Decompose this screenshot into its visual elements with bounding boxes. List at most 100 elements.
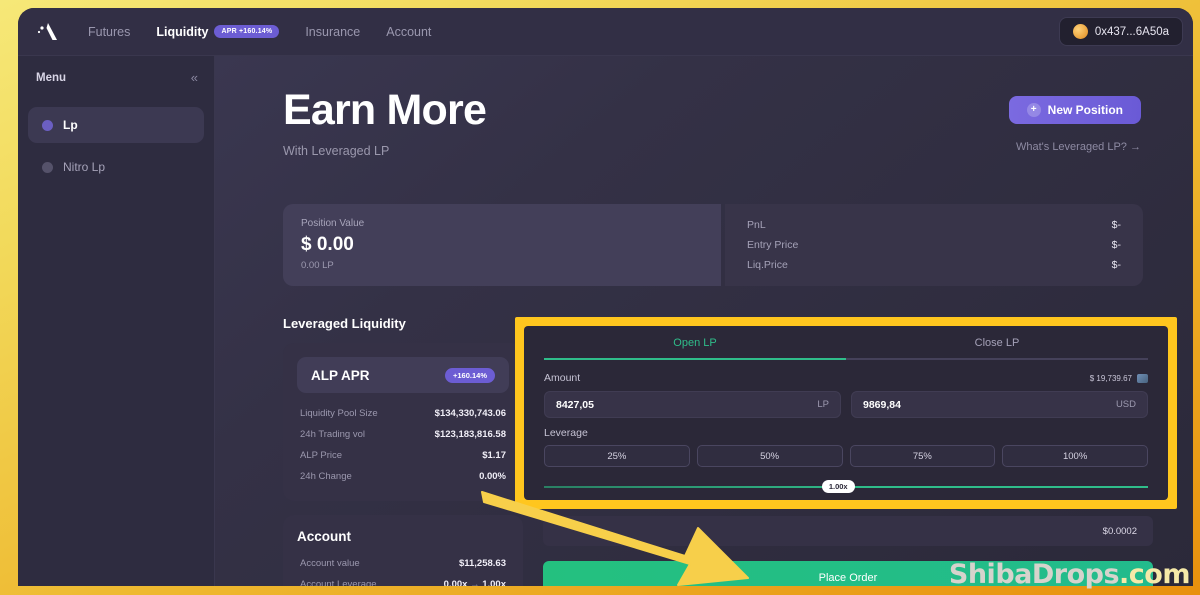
logo-glyph-icon (37, 22, 57, 40)
amount-inputs: 8427,05 LP 9869,84 USD (544, 391, 1148, 418)
amount-label: Amount (544, 372, 581, 384)
position-value-lp: 0.00 LP (301, 260, 334, 271)
entry-price-label: Entry Price (747, 239, 799, 251)
nav-apr-badge: APR +160.14% (214, 25, 280, 38)
stat-label: 24h Trading vol (300, 429, 365, 440)
lp-amount-input[interactable]: 8427,05 LP (544, 391, 841, 418)
top-navbar: Futures Liquidity APR +160.14% Insurance… (18, 8, 1193, 56)
leverage-preset-25[interactable]: 25% (544, 445, 690, 467)
alp-apr-panel: ALP APR +160.14% Liquidity Pool Size $13… (283, 343, 523, 501)
stat-label: Liquidity Pool Size (300, 408, 378, 419)
wallet-address: 0x437...6A50a (1094, 25, 1169, 38)
fox-avatar-icon (1072, 24, 1088, 39)
leverage-preset-75[interactable]: 75% (849, 445, 996, 467)
nav-items: Futures Liquidity APR +160.14% Insurance… (88, 25, 431, 39)
nav-item-label: Account (386, 24, 432, 39)
stat-row-24h-change: 24h Change 0.00% (297, 466, 509, 487)
nav-item-label: Liquidity (156, 24, 209, 39)
left-column: ALP APR +160.14% Liquidity Pool Size $13… (283, 343, 523, 586)
sidebar-item-nitro-lp[interactable]: Nitro Lp (28, 149, 204, 185)
account-panel: Account Account value $11,258.63 Account… (283, 515, 523, 586)
stat-value: $1.17 (482, 450, 506, 461)
stat-label: 24h Change (300, 471, 352, 482)
wallet-icon (1137, 373, 1148, 383)
summary-cards: Position Value $ 0.00 0.00 LP PnL $- Ent… (283, 204, 1143, 286)
wallet-balance[interactable]: $ 19,739.67 (1089, 373, 1148, 383)
nav-item-account[interactable]: Account (386, 25, 431, 39)
new-position-button[interactable]: + New Position (1008, 96, 1141, 124)
lp-amount-value: 8427,05 (556, 398, 594, 411)
what-is-leveraged-lp-link[interactable]: What's Leveraged LP? → (1009, 141, 1141, 153)
nav-item-futures[interactable]: Futures (88, 25, 130, 39)
entry-price-row: Entry Price $- (747, 239, 1121, 251)
account-value-current: 0.00x (443, 579, 468, 586)
alp-apr-header[interactable]: ALP APR +160.14% (297, 357, 509, 393)
alp-apr-badge: +160.14% (445, 367, 495, 383)
sidebar-header: Menu « (28, 70, 204, 85)
leverage-label: Leverage (544, 427, 588, 439)
stat-row-trading-vol: 24h Trading vol $123,183,816.58 (297, 424, 509, 445)
account-row-leverage: Account Leverage 0.00x → 1.00x (297, 574, 509, 586)
lp-trade-panel-highlight: Open LP Close LP Amount $ 19,739.67 8427… (515, 317, 1177, 509)
plus-icon: + (1026, 103, 1041, 117)
lp-trade-panel: Open LP Close LP Amount $ 19,739.67 8427… (524, 326, 1168, 500)
stat-value: $134,330,743.06 (434, 408, 506, 419)
sidebar-item-lp[interactable]: Lp (28, 107, 204, 143)
new-position-label: New Position (1047, 103, 1123, 117)
lp-tabs: Open LP Close LP (544, 337, 1148, 358)
wallet-button[interactable]: 0x437...6A50a (1058, 17, 1183, 46)
pnl-card: PnL $- Entry Price $- Liq.Price $- (725, 204, 1143, 286)
entry-price-value: $- (1111, 239, 1121, 251)
tab-open-lp[interactable]: Open LP (544, 337, 846, 358)
usd-amount-input[interactable]: 9869,84 USD (851, 391, 1148, 418)
usd-amount-value: 9869,84 (863, 398, 901, 411)
leverage-preset-100[interactable]: 100% (1002, 445, 1148, 467)
stat-value: 0.00% (479, 471, 506, 482)
app-logo-icon[interactable] (18, 21, 78, 43)
stat-row-pool-size: Liquidity Pool Size $134,330,743.06 (297, 403, 509, 424)
nitro-lp-dot-icon (42, 161, 53, 173)
position-value-card: Position Value $ 0.00 0.00 LP (283, 204, 721, 286)
lp-tab-indicator (544, 358, 1148, 360)
stat-label: ALP Price (300, 450, 343, 461)
position-value-amount: $ 0.00 (301, 234, 354, 255)
pnl-value: $- (1111, 219, 1121, 231)
wallet-balance-value: $ 19,739.67 (1089, 373, 1132, 383)
nav-item-label: Futures (88, 24, 131, 39)
watermark: ShibaDrops.com (948, 559, 1191, 590)
account-value: 0.00x → 1.00x (444, 579, 506, 586)
leverage-preset-buttons: 25% 50% 75% 100% (544, 445, 1148, 467)
amount-row: Amount $ 19,739.67 (544, 372, 1148, 384)
nav-item-insurance[interactable]: Insurance (305, 25, 360, 39)
usd-amount-unit: USD (1115, 399, 1136, 410)
sidebar-title: Menu (36, 71, 67, 84)
pnl-row: PnL $- (747, 219, 1121, 231)
sidebar: Menu « Lp Nitro Lp (18, 56, 215, 586)
watermark-name: ShibaDrops (948, 559, 1120, 590)
alp-apr-title: ALP APR (311, 367, 370, 383)
account-panel-title: Account (297, 529, 351, 544)
collapse-sidebar-icon[interactable]: « (191, 70, 198, 85)
leverage-preset-50[interactable]: 50% (696, 445, 843, 467)
liq-price-label: Liq.Price (747, 259, 788, 271)
account-value-next: 1.00x (482, 579, 506, 586)
leverage-slider-handle[interactable]: 1.00x (821, 480, 855, 493)
account-row-value: Account value $11,258.63 (297, 553, 509, 574)
tab-close-lp[interactable]: Close LP (846, 337, 1148, 358)
nav-item-liquidity[interactable]: Liquidity APR +160.14% (156, 24, 280, 39)
stat-row-alp-price: ALP Price $1.17 (297, 445, 509, 466)
account-label: Account Leverage (300, 579, 377, 586)
account-label: Account value (300, 558, 360, 569)
leverage-slider[interactable]: 1.00x (544, 480, 1148, 494)
lp-dot-icon (42, 119, 53, 131)
hero-actions: + New Position What's Leveraged LP? → (1008, 96, 1141, 153)
fee-value: $0.0002 (1102, 525, 1137, 537)
position-value-label: Position Value (301, 218, 365, 229)
stat-value: $123,183,816.58 (434, 429, 506, 440)
sidebar-item-label: Nitro Lp (63, 160, 106, 174)
liq-price-value: $- (1111, 259, 1121, 271)
lp-amount-unit: LP (817, 399, 829, 410)
fee-row: $0.0002 (543, 516, 1153, 546)
lp-tab-indicator-active (544, 358, 846, 360)
watermark-tld: .com (1119, 559, 1190, 590)
